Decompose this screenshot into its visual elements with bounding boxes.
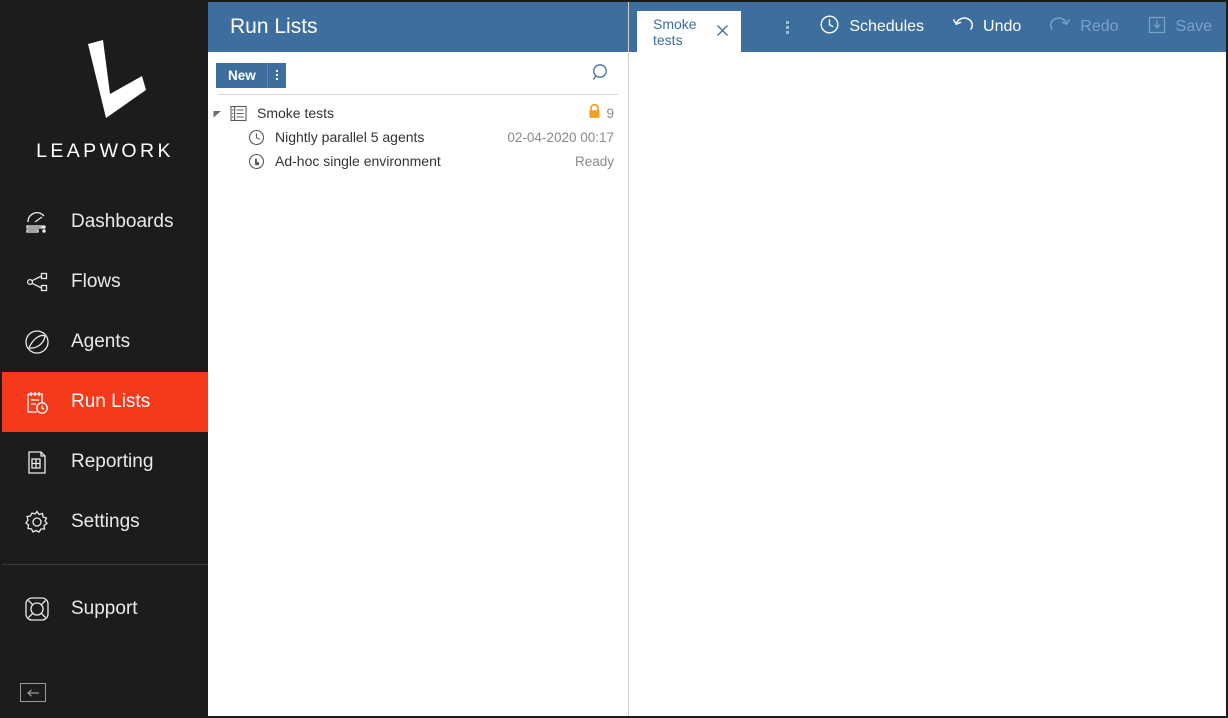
steps-canvas: Step 1 Add flows bbox=[629, 52, 1226, 716]
save-icon bbox=[1147, 15, 1167, 40]
leapwork-application-window: LEAPWORK Dashboards bbox=[0, 0, 1228, 718]
search-icon[interactable] bbox=[590, 62, 612, 89]
flows-icon bbox=[20, 265, 54, 299]
sidebar-item-agents[interactable]: Agents bbox=[2, 312, 208, 372]
topbar-actions: Schedules Undo bbox=[769, 2, 1226, 52]
save-button[interactable]: Save bbox=[1133, 2, 1226, 52]
editor-topbar: Smoke tests bbox=[629, 2, 1226, 52]
redo-button[interactable]: Redo bbox=[1035, 2, 1132, 52]
brand-logo: LEAPWORK bbox=[2, 2, 208, 192]
sidebar-item-dashboards[interactable]: Dashboards bbox=[2, 192, 208, 252]
settings-icon bbox=[20, 505, 54, 539]
new-button-menu-icon[interactable] bbox=[267, 63, 286, 88]
expand-collapse-icon[interactable] bbox=[208, 109, 226, 118]
tree-item-smoke-tests[interactable]: Smoke tests 9 bbox=[208, 101, 628, 125]
reporting-icon bbox=[20, 445, 54, 479]
new-button[interactable]: New bbox=[216, 63, 286, 88]
tree-item-count: 9 bbox=[606, 106, 614, 121]
sidebar-item-support[interactable]: Support bbox=[2, 579, 208, 639]
sidebar-divider bbox=[2, 564, 208, 565]
close-icon[interactable] bbox=[716, 24, 729, 40]
undo-icon bbox=[952, 14, 974, 40]
sidebar-item-label: Flows bbox=[71, 271, 121, 293]
sidebar-item-settings[interactable]: Settings bbox=[2, 492, 208, 552]
collapse-panel-icon[interactable] bbox=[20, 683, 46, 702]
redo-label: Redo bbox=[1080, 18, 1118, 36]
agents-icon bbox=[20, 325, 54, 359]
brand-name: LEAPWORK bbox=[36, 140, 174, 163]
sidebar-item-label: Run Lists bbox=[71, 391, 150, 413]
run-lists-panel-title: Run Lists bbox=[208, 2, 628, 52]
tree-item-status: 02-04-2020 00:17 bbox=[507, 130, 614, 145]
tree-item-label: Nightly parallel 5 agents bbox=[268, 129, 424, 145]
new-button-label: New bbox=[216, 68, 267, 83]
clock-icon bbox=[244, 129, 268, 146]
save-label: Save bbox=[1176, 18, 1212, 36]
sidebar-item-label: Agents bbox=[71, 331, 130, 353]
sidebar-item-label: Settings bbox=[71, 511, 140, 533]
dashboard-icon bbox=[20, 205, 54, 239]
undo-button[interactable]: Undo bbox=[938, 2, 1035, 52]
run-lists-toolbar: New bbox=[208, 56, 628, 94]
support-icon bbox=[20, 592, 54, 626]
run-list-editor: Smoke tests bbox=[629, 2, 1226, 716]
schedules-button[interactable]: Schedules bbox=[805, 2, 938, 52]
undo-label: Undo bbox=[983, 18, 1021, 36]
sidebar-item-label: Reporting bbox=[71, 451, 153, 473]
run-list-icon bbox=[226, 105, 250, 122]
lock-icon bbox=[588, 104, 601, 122]
redo-icon bbox=[1049, 14, 1071, 40]
run-lists-tree: Smoke tests 9 bbox=[208, 95, 628, 173]
tree-item-label: Smoke tests bbox=[250, 105, 334, 121]
tab-smoke-tests[interactable]: Smoke tests bbox=[637, 11, 741, 52]
tree-item-status: Ready bbox=[575, 154, 614, 169]
run-lists-icon bbox=[20, 385, 54, 419]
tab-label: Smoke tests bbox=[653, 16, 702, 48]
tree-item-adhoc-single[interactable]: Ad-hoc single environment Ready bbox=[208, 149, 628, 173]
tree-item-meta: 9 bbox=[588, 104, 614, 122]
clock-icon bbox=[819, 14, 840, 40]
run-lists-panel: Run Lists New bbox=[208, 2, 629, 716]
tree-item-label: Ad-hoc single environment bbox=[268, 153, 441, 169]
sidebar-item-reporting[interactable]: Reporting bbox=[2, 432, 208, 492]
sidebar-item-run-lists[interactable]: Run Lists bbox=[2, 372, 208, 432]
more-options-icon[interactable] bbox=[769, 2, 805, 52]
main-sidebar: LEAPWORK Dashboards bbox=[2, 2, 208, 716]
hand-click-icon bbox=[244, 153, 268, 170]
tree-item-nightly-parallel[interactable]: Nightly parallel 5 agents 02-04-2020 00:… bbox=[208, 125, 628, 149]
schedules-label: Schedules bbox=[849, 18, 924, 36]
leapwork-logo-icon bbox=[60, 38, 150, 124]
sidebar-item-label: Support bbox=[71, 598, 138, 620]
sidebar-item-label: Dashboards bbox=[71, 211, 173, 233]
sidebar-nav: Dashboards Flows bbox=[2, 192, 208, 639]
sidebar-item-flows[interactable]: Flows bbox=[2, 252, 208, 312]
